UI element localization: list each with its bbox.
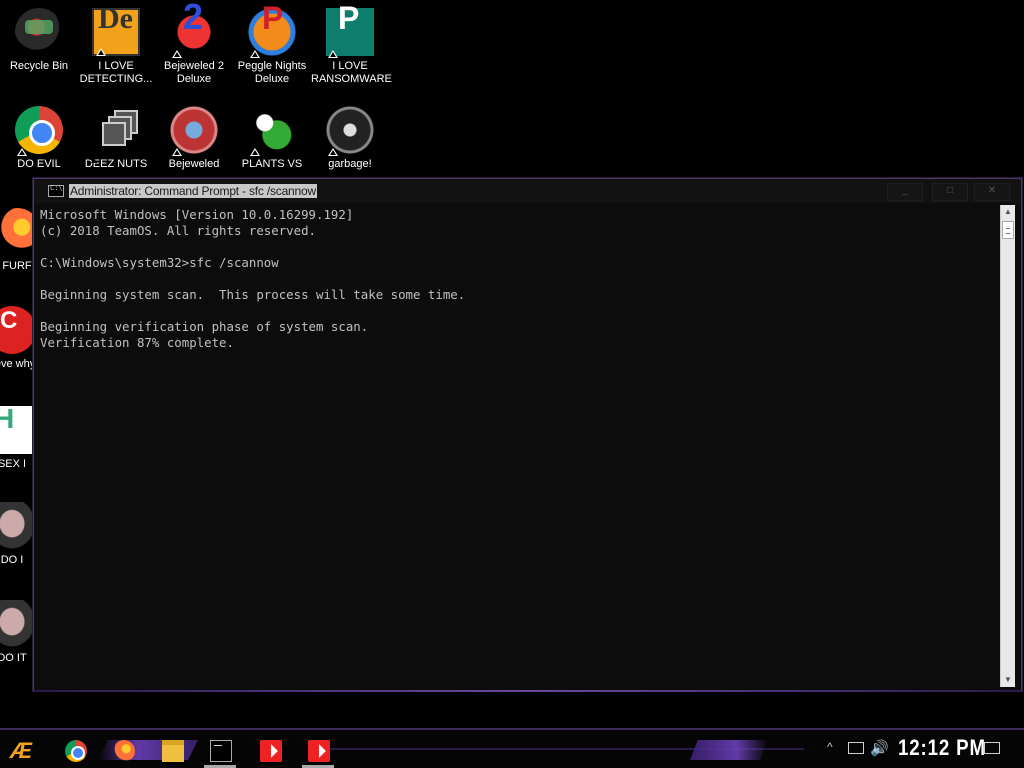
chrome-icon	[15, 106, 63, 156]
stacked-windows-icon	[91, 106, 140, 163]
desktop-icon-ransomware[interactable]: P I LOVE RANSOMWARE	[311, 2, 392, 86]
console-output[interactable]: Microsoft Windows [Version 10.0.16299.19…	[40, 207, 1000, 351]
desktop-icon-label: Bejeweled 2 Deluxe	[164, 60, 224, 85]
desktop-icon-label: Recycle Bin	[9, 60, 69, 72]
vertical-scrollbar[interactable]: ▲ ▼	[1000, 205, 1015, 687]
desktop-icon-label: Bejeweled	[168, 158, 220, 170]
desktop-icon-peggle[interactable]: P Peggle Nights Deluxe	[233, 2, 311, 86]
bejeweled2-icon: 2	[170, 0, 218, 58]
scroll-down-arrow-icon[interactable]: ▼	[1001, 673, 1015, 687]
network-icon[interactable]	[848, 742, 864, 754]
console-line: Beginning system scan. This process will…	[40, 287, 466, 302]
desktop-icon-bejeweled2[interactable]: 2 Bejeweled 2 Deluxe	[155, 0, 233, 86]
scroll-thumb[interactable]	[1002, 221, 1014, 239]
cmd-icon	[210, 740, 232, 762]
desktop-icon-label: DEEZ NUTS	[84, 158, 148, 170]
shortcut-arrow-icon	[250, 148, 260, 156]
start-logo-icon: Æ	[10, 738, 32, 763]
desktop-icon-label: garbage!	[328, 158, 372, 170]
desktop-icon-label: I LOVE DETECTING...	[79, 60, 153, 85]
desktop-icon-label: Peggle Nights Deluxe	[237, 60, 307, 85]
desktop-icon-plants-vs[interactable]: PLANTS VS	[233, 106, 311, 171]
hx-icon: H	[0, 405, 36, 454]
taskbar-clock[interactable]: 12:12 PM	[898, 735, 986, 761]
desktop-icon-recycle-bin[interactable]: Recycle Bin	[0, 8, 78, 73]
console-line: C:\Windows\system32>sfc /scannow	[40, 255, 279, 270]
face-icon	[0, 600, 36, 648]
pvz-icon	[248, 106, 296, 156]
tray-overflow-chevron-icon[interactable]: ^	[827, 740, 833, 754]
maximize-button[interactable]: □	[932, 183, 968, 201]
detective-icon: De	[92, 4, 140, 56]
publisher-icon: P	[326, 2, 374, 58]
command-prompt-window[interactable]: Administrator: Command Prompt - sfc /sca…	[33, 178, 1022, 692]
taskbar-app-anydesk-2[interactable]	[298, 734, 338, 768]
desktop-icon-label: DO EVIL	[17, 158, 61, 170]
shortcut-arrow-icon	[172, 148, 182, 156]
close-button[interactable]: ✕	[974, 183, 1010, 201]
console-line: (c) 2018 TeamOS. All rights reserved.	[40, 223, 317, 238]
taskbar-app-file-explorer[interactable]	[152, 734, 192, 766]
anydesk-icon	[260, 740, 282, 762]
cmd-icon[interactable]	[48, 184, 64, 197]
minimize-button[interactable]: _	[887, 183, 923, 201]
taskbar-decoration	[690, 740, 768, 760]
shortcut-arrow-icon	[172, 50, 182, 58]
scroll-up-arrow-icon[interactable]: ▲	[1001, 205, 1015, 219]
start-button[interactable]: Æ	[6, 736, 40, 764]
console-line: Microsoft Windows [Version 10.0.16299.19…	[40, 207, 354, 222]
action-center-icon[interactable]	[984, 742, 1000, 754]
window-border-glow	[34, 690, 1021, 692]
peggle-icon: P	[248, 2, 296, 58]
desktop-icon-bejeweled[interactable]: Bejeweled	[155, 106, 233, 171]
bejeweled-twist-icon	[170, 106, 218, 156]
shortcut-arrow-icon	[96, 48, 106, 56]
taskbar-app-firefox[interactable]	[103, 734, 143, 766]
console-line: Verification 87% complete.	[40, 335, 234, 350]
firefox-icon	[113, 740, 135, 762]
volume-icon[interactable]: 🔊	[870, 739, 889, 757]
taskbar: Æ ^ 🔊 12:12 PM	[0, 728, 1024, 768]
taskbar-app-chrome[interactable]	[55, 734, 95, 766]
window-title: Administrator: Command Prompt - sfc /sca…	[69, 184, 317, 198]
taskbar-app-anydesk-1[interactable]	[250, 734, 290, 766]
skull-icon	[326, 106, 374, 156]
desktop-icon-deez-nuts[interactable]: DEEZ NUTS	[77, 106, 155, 171]
desktop-icon-detecting[interactable]: De I LOVE DETECTING...	[77, 4, 155, 86]
shortcut-arrow-icon	[250, 50, 260, 58]
shortcut-arrow-icon	[17, 148, 27, 156]
anydesk-icon	[308, 740, 330, 762]
window-titlebar[interactable]: Administrator: Command Prompt - sfc /sca…	[34, 179, 1021, 203]
folder-icon	[162, 740, 184, 762]
face-icon	[0, 502, 36, 550]
console-line: Beginning verification phase of system s…	[40, 319, 369, 334]
desktop-icon-label: PLANTS VS	[241, 158, 303, 170]
dc-icon: C	[0, 306, 36, 354]
taskbar-app-command-prompt[interactable]	[200, 734, 240, 768]
desktop-icon-garbage[interactable]: garbage!	[311, 106, 389, 171]
chrome-icon	[65, 740, 87, 762]
desktop-icon-do-evil[interactable]: DO EVIL	[0, 106, 78, 171]
recycle-bin-icon	[15, 8, 63, 56]
shortcut-arrow-icon	[328, 50, 338, 58]
shortcut-arrow-icon	[328, 148, 338, 156]
desktop-icon-label: I LOVE RANSOMWARE	[311, 60, 392, 85]
